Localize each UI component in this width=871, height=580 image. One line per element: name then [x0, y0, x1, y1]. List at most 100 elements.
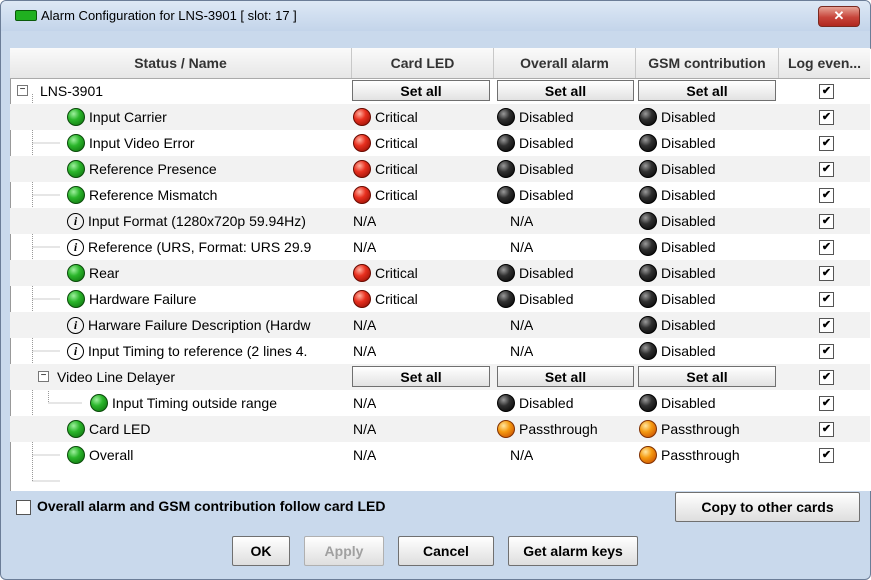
gsm-cell[interactable]: Disabled: [639, 312, 715, 338]
row-name-cell: i Input Timing to reference (2 lines 4.: [67, 338, 352, 364]
overall-alarm-set-all-button[interactable]: Set all: [497, 80, 634, 101]
column-header-card-led[interactable]: Card LED: [352, 48, 494, 78]
card-led-value: N/A: [353, 239, 377, 255]
collapse-icon[interactable]: −: [38, 371, 49, 382]
log-events-checkbox[interactable]: ✔: [819, 266, 834, 281]
row-name: Card LED: [89, 421, 151, 437]
overall-alarm-cell[interactable]: Disabled: [497, 390, 573, 416]
gsm-cell[interactable]: Disabled: [639, 234, 715, 260]
log-events-checkbox[interactable]: ✔: [819, 162, 834, 177]
gsm-cell[interactable]: Disabled: [639, 182, 715, 208]
disabled-led-icon: [639, 160, 657, 179]
overall-alarm-cell[interactable]: Disabled: [497, 182, 573, 208]
gsm-value: Disabled: [661, 109, 716, 125]
card-led-cell[interactable]: Critical: [353, 104, 418, 130]
column-header-log-events[interactable]: Log even...: [779, 48, 870, 78]
log-events-checkbox[interactable]: ✔: [819, 370, 834, 385]
overall-alarm-cell[interactable]: Disabled: [497, 130, 573, 156]
table-row-group: − LNS-3901 Set all Set all Set all ✔: [10, 78, 870, 104]
status-led-green-icon: [67, 446, 85, 465]
row-name: LNS-3901: [40, 83, 104, 99]
overall-alarm-value: N/A: [510, 213, 534, 229]
table-row: Card LED N/A Passthrough Passthrough ✔: [10, 416, 870, 442]
log-events-checkbox[interactable]: ✔: [819, 318, 834, 333]
gsm-cell[interactable]: Disabled: [639, 104, 715, 130]
row-name: Hardware Failure: [89, 291, 197, 307]
card-led-cell[interactable]: Critical: [353, 130, 418, 156]
overall-alarm-value: Disabled: [519, 395, 574, 411]
apply-button[interactable]: Apply: [304, 536, 384, 566]
log-events-checkbox[interactable]: ✔: [819, 136, 834, 151]
log-events-checkbox[interactable]: ✔: [819, 240, 834, 255]
gsm-cell[interactable]: Disabled: [639, 390, 715, 416]
overall-alarm-value: Passthrough: [519, 421, 598, 437]
card-led-value: N/A: [353, 317, 377, 333]
card-led-cell[interactable]: Critical: [353, 260, 418, 286]
overall-alarm-cell[interactable]: Disabled: [497, 104, 573, 130]
overall-alarm-value: Disabled: [519, 161, 574, 177]
copy-to-other-cards-button[interactable]: Copy to other cards: [675, 492, 860, 522]
gsm-cell[interactable]: Disabled: [639, 156, 715, 182]
title-bar: Alarm Configuration for LNS-3901 [ slot:…: [1, 1, 870, 31]
row-name: Video Line Delayer: [57, 369, 176, 385]
card-led-set-all-button[interactable]: Set all: [352, 80, 490, 101]
get-alarm-keys-button[interactable]: Get alarm keys: [508, 536, 638, 566]
overall-alarm-cell[interactable]: Disabled: [497, 156, 573, 182]
log-events-checkbox[interactable]: ✔: [819, 422, 834, 437]
column-header-gsm-contribution[interactable]: GSM contribution: [636, 48, 779, 78]
critical-led-icon: [353, 290, 371, 309]
card-led-set-all-button[interactable]: Set all: [352, 366, 490, 387]
overall-alarm-cell[interactable]: Disabled: [497, 286, 573, 312]
log-events-checkbox[interactable]: ✔: [819, 84, 834, 99]
collapse-icon[interactable]: −: [17, 85, 28, 96]
log-events-checkbox[interactable]: ✔: [819, 214, 834, 229]
gsm-cell[interactable]: Disabled: [639, 286, 715, 312]
gsm-cell[interactable]: Disabled: [639, 338, 715, 364]
log-events-checkbox[interactable]: ✔: [819, 188, 834, 203]
window-title: Alarm Configuration for LNS-3901 [ slot:…: [41, 8, 297, 23]
passthrough-led-icon: [639, 446, 657, 465]
gsm-cell[interactable]: Passthrough: [639, 416, 740, 442]
disabled-led-icon: [497, 160, 515, 179]
card-led-cell[interactable]: Critical: [353, 156, 418, 182]
column-header-status-name[interactable]: Status / Name: [10, 48, 352, 78]
overall-alarm-cell[interactable]: Disabled: [497, 260, 573, 286]
row-name-cell: Input Carrier: [67, 104, 167, 130]
log-events-checkbox[interactable]: ✔: [819, 396, 834, 411]
critical-led-icon: [353, 186, 371, 205]
card-led-value: Critical: [375, 291, 418, 307]
card-led-cell[interactable]: Critical: [353, 286, 418, 312]
log-events-checkbox[interactable]: ✔: [819, 448, 834, 463]
log-events-checkbox[interactable]: ✔: [819, 110, 834, 125]
gsm-set-all-button[interactable]: Set all: [638, 80, 776, 101]
card-led-cell[interactable]: Critical: [353, 182, 418, 208]
row-name: Input Video Error: [89, 135, 195, 151]
table-row: i Harware Failure Description (Hardw N/A …: [10, 312, 870, 338]
follow-card-led-checkbox[interactable]: [16, 500, 31, 515]
gsm-cell[interactable]: Disabled: [639, 260, 715, 286]
gsm-set-all-button[interactable]: Set all: [638, 366, 776, 387]
log-events-checkbox[interactable]: ✔: [819, 292, 834, 307]
column-header-overall-alarm[interactable]: Overall alarm: [494, 48, 636, 78]
ok-button[interactable]: OK: [232, 536, 290, 566]
table-row: i Input Timing to reference (2 lines 4. N…: [10, 338, 870, 364]
log-events-checkbox[interactable]: ✔: [819, 344, 834, 359]
row-name: Input Format (1280x720p 59.94Hz): [88, 213, 306, 229]
close-button[interactable]: ✕: [818, 6, 860, 27]
disabled-led-icon: [497, 394, 515, 413]
overall-alarm-set-all-button[interactable]: Set all: [497, 366, 634, 387]
gsm-cell[interactable]: Disabled: [639, 130, 715, 156]
row-name-cell: Overall: [67, 442, 133, 468]
gsm-value: Disabled: [661, 135, 716, 151]
row-name-cell: i Reference (URS, Format: URS 29.9: [67, 234, 352, 260]
gsm-cell[interactable]: Passthrough: [639, 442, 740, 468]
overall-alarm-cell[interactable]: Passthrough: [497, 416, 598, 442]
status-led-icon: [15, 10, 37, 21]
gsm-cell[interactable]: Disabled: [639, 208, 715, 234]
table-row: Overall N/A N/A Passthrough ✔: [10, 442, 870, 468]
row-name: Overall: [89, 447, 134, 463]
table-row: Input Timing outside range N/A Disabled …: [10, 390, 870, 416]
disabled-led-icon: [639, 212, 657, 231]
cancel-button[interactable]: Cancel: [398, 536, 494, 566]
disabled-led-icon: [639, 108, 657, 127]
